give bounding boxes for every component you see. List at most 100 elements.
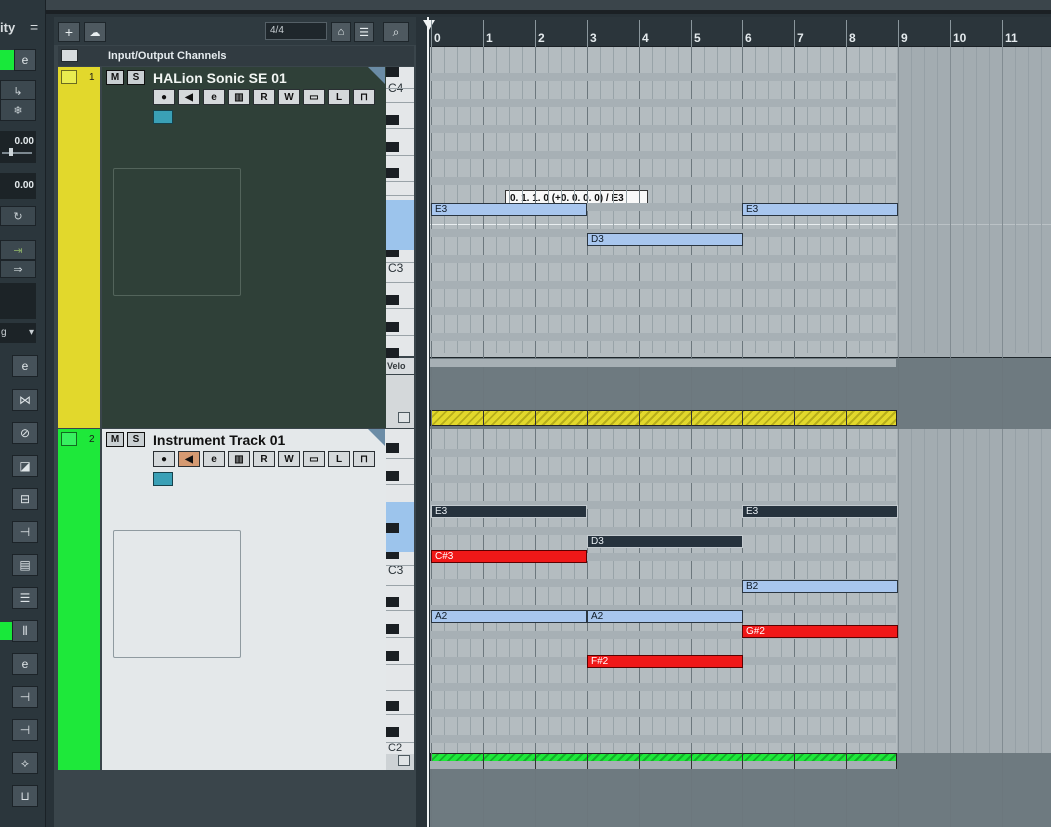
mute-button[interactable]: M (106, 432, 124, 447)
routing-icon[interactable]: ⋈ (12, 389, 38, 411)
solo-button[interactable]: S (127, 70, 145, 85)
black-key[interactable] (386, 727, 399, 737)
lock-icon[interactable]: ⊓ (353, 451, 375, 467)
midi-note[interactable]: E3 (742, 505, 898, 518)
notepad-icon[interactable]: e (12, 653, 38, 675)
lanes-button[interactable]: L (328, 89, 350, 105)
ruler-bar-number[interactable]: 1 (486, 31, 493, 45)
add-track-button[interactable]: + (58, 22, 80, 42)
black-key[interactable] (386, 523, 399, 533)
read-button[interactable]: R (253, 451, 275, 467)
monitor-speaker-icon[interactable]: ◀ (178, 451, 200, 467)
black-key[interactable] (386, 443, 399, 453)
time-signature-field[interactable]: 4/4 (265, 22, 327, 40)
track-color-strip-2[interactable] (58, 429, 100, 770)
mute-icon[interactable]: ▤ (12, 554, 38, 576)
midi-note[interactable]: A2 (587, 610, 743, 623)
output-routing-icon[interactable]: ⇒ (0, 260, 36, 278)
ruler-bar-number[interactable]: 7 (797, 31, 804, 45)
fader-icon[interactable]: ⊔ (12, 785, 38, 807)
freeze-icon[interactable]: ❄ (0, 99, 36, 121)
inspector-menu-icon[interactable]: = (30, 19, 38, 35)
edit-icon[interactable]: e (14, 49, 36, 71)
black-key[interactable] (386, 142, 399, 152)
send-icon[interactable]: ⟡ (12, 752, 38, 774)
instrument-edit-icon[interactable]: ▥ (228, 451, 250, 467)
black-key[interactable] (386, 295, 399, 305)
track-visibility-icon[interactable]: ⌂ (331, 22, 351, 42)
lane-toggle-icon[interactable] (398, 412, 410, 423)
program-field[interactable] (0, 283, 36, 319)
edit-icon[interactable]: e (12, 355, 38, 377)
volume-box[interactable]: 0.00 (0, 131, 36, 163)
track-name[interactable]: Instrument Track 01 (153, 432, 285, 448)
ruler-bar-number[interactable]: 11 (1005, 31, 1018, 45)
edit-icon[interactable]: e (203, 89, 225, 105)
quantize-icon[interactable]: ☰ (12, 587, 38, 609)
ruler-bar-number[interactable]: 3 (590, 31, 597, 45)
equalizer-icon[interactable]: ⊣ (12, 686, 38, 708)
ruler-bar-number[interactable]: 8 (849, 31, 856, 45)
lane-icon[interactable]: ▭ (303, 451, 325, 467)
lane-icon[interactable]: ▭ (303, 89, 325, 105)
project-cursor[interactable] (427, 17, 429, 827)
solo-button[interactable]: S (127, 432, 145, 447)
midi-part-top[interactable] (430, 410, 897, 426)
black-key[interactable] (386, 348, 399, 358)
ruler-bar-number[interactable]: 6 (745, 31, 752, 45)
black-key[interactable] (386, 322, 399, 332)
monitor-speaker-icon[interactable]: ◀ (178, 89, 200, 105)
midi-note[interactable]: D3 (587, 535, 743, 548)
ruler-bar-number[interactable]: 0 (434, 31, 441, 45)
midi-note[interactable]: C#3 (431, 550, 587, 563)
ruler-bar-number[interactable]: 10 (953, 31, 966, 45)
preset-dropdown[interactable]: g ▾ (0, 323, 36, 343)
add-track-from-template-icon[interactable]: ☁ (84, 22, 106, 42)
insert-icon[interactable]: ⫴ (12, 620, 38, 642)
black-key[interactable] (386, 651, 399, 661)
ruler-bar-number[interactable]: 4 (642, 31, 649, 45)
sync-icon[interactable]: ◪ (12, 455, 38, 477)
edit-icon[interactable]: e (203, 451, 225, 467)
midi-note[interactable]: A2 (431, 610, 587, 623)
ruler-bar-number[interactable]: 5 (694, 31, 701, 45)
black-key[interactable] (386, 597, 399, 607)
chord-icon[interactable]: ⊣ (12, 719, 38, 741)
monitor-button[interactable] (153, 110, 173, 124)
midi-note[interactable]: D3 (587, 233, 743, 246)
record-button[interactable]: ● (153, 451, 175, 467)
midi-note[interactable]: E3 (742, 203, 898, 216)
midi-note[interactable]: E3 (431, 203, 587, 216)
lanes-button[interactable]: L (328, 451, 350, 467)
monitor-button[interactable] (153, 472, 173, 486)
instrument-edit-icon[interactable]: ▥ (228, 89, 250, 105)
mute-button[interactable]: M (106, 70, 124, 85)
black-key[interactable] (386, 701, 399, 711)
track-name[interactable]: HALion Sonic SE 01 (153, 70, 287, 86)
write-button[interactable]: W (278, 451, 300, 467)
write-button[interactable]: W (278, 89, 300, 105)
io-channels-header[interactable]: Input/Output Channels (58, 46, 414, 66)
black-key[interactable] (386, 471, 399, 481)
pan-box[interactable]: 0.00 (0, 173, 36, 199)
black-key[interactable] (386, 67, 399, 77)
list-icon[interactable]: ☰ (354, 22, 374, 42)
velocity-label[interactable]: Velo (386, 358, 414, 374)
black-key[interactable] (386, 115, 399, 125)
freeze-icon[interactable]: ⊘ (12, 422, 38, 444)
split-icon[interactable]: ⊟ (12, 488, 38, 510)
search-icon[interactable]: ⌕ (383, 22, 409, 42)
midi-note[interactable]: E3 (431, 505, 587, 518)
black-key[interactable] (386, 624, 399, 634)
cursor-head-icon[interactable] (423, 20, 435, 30)
track-color-strip-1[interactable] (58, 67, 100, 428)
midi-note[interactable]: F#2 (587, 655, 743, 668)
midi-note[interactable]: B2 (742, 580, 898, 593)
lock-icon[interactable]: ⊓ (353, 89, 375, 105)
record-button[interactable]: ● (153, 89, 175, 105)
input-routing-icon[interactable]: ⇥ (0, 240, 36, 260)
black-key[interactable] (386, 168, 399, 178)
ruler-bar-number[interactable]: 2 (538, 31, 545, 45)
ruler-bar-number[interactable]: 9 (901, 31, 908, 45)
lane-toggle-icon[interactable] (398, 755, 410, 766)
